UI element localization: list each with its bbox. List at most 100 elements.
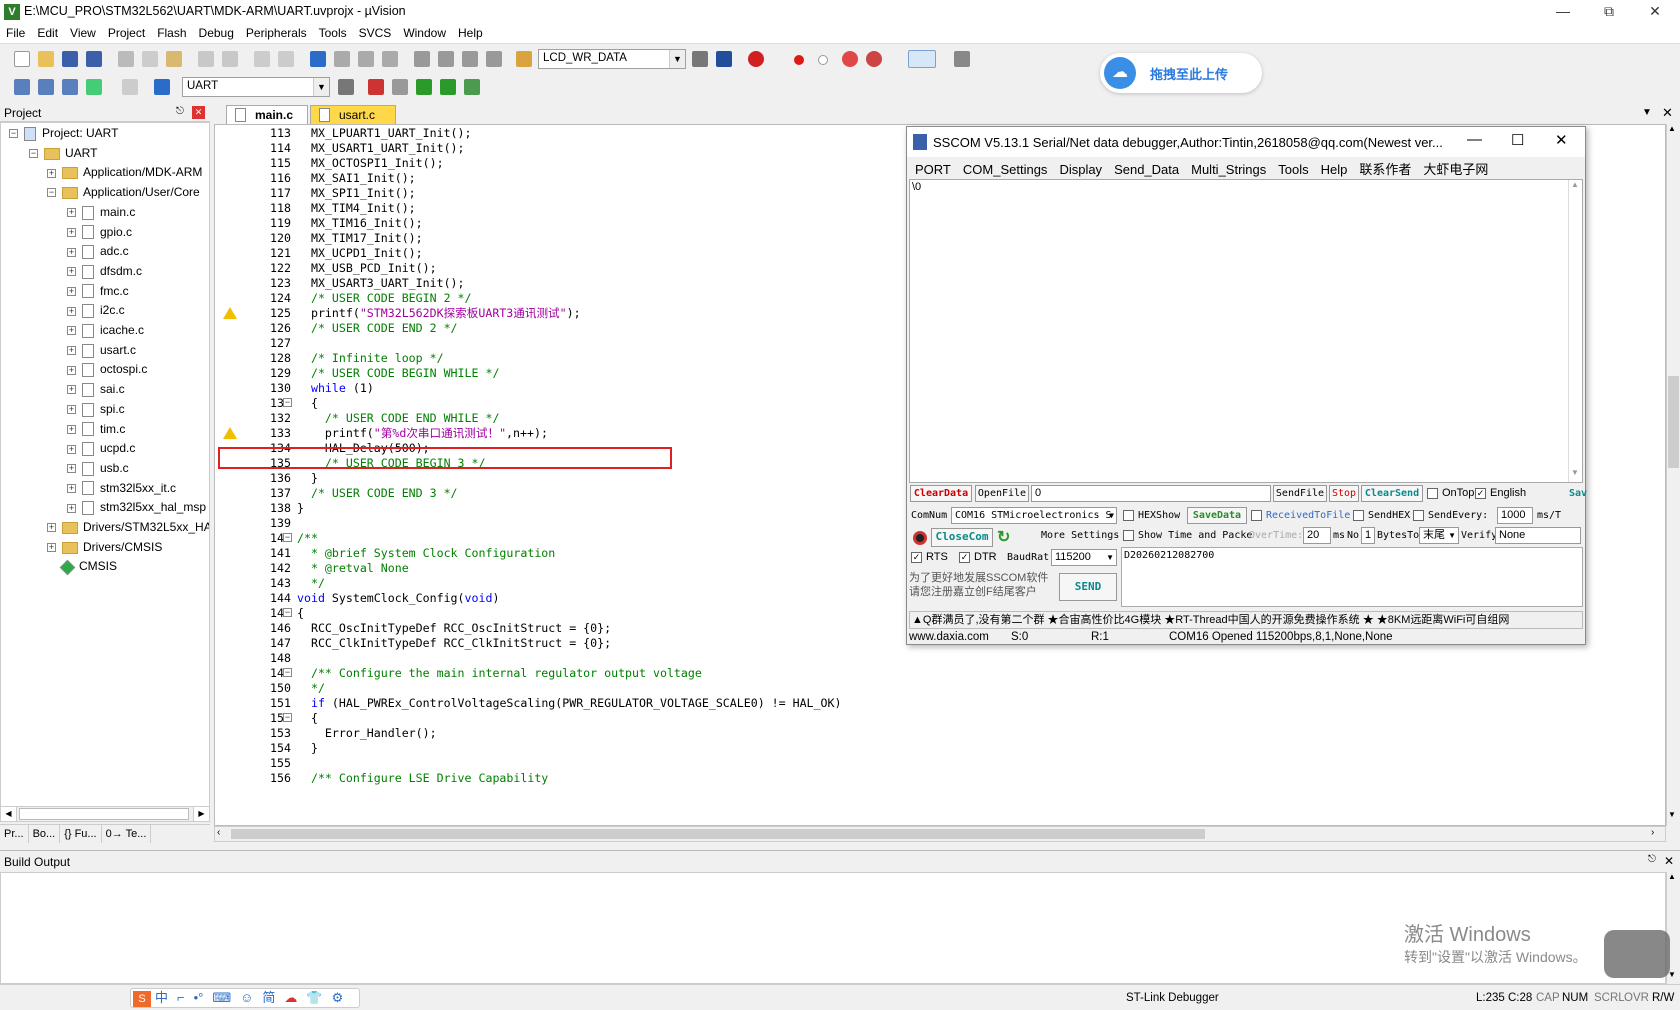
code-line[interactable]: MX_USB_PCD_Init(); [297, 260, 437, 276]
scroll-down-icon[interactable]: ▼ [1668, 810, 1676, 819]
tree-file-item[interactable]: + stm32l5xx_hal_msp [67, 498, 206, 517]
ime-keyboard-icon[interactable]: ⌨ [212, 990, 231, 1005]
breakpoint-icon[interactable] [794, 55, 804, 65]
expand-plus-icon[interactable]: + [67, 227, 76, 237]
copy-icon[interactable] [142, 51, 158, 67]
runtime-environment-icon[interactable] [464, 79, 480, 95]
fold-minus-icon[interactable]: − [283, 713, 292, 722]
manage-project-items-icon[interactable] [368, 79, 384, 95]
nav-forward-icon[interactable] [278, 51, 294, 67]
receive-vscrollbar[interactable]: ▲ ▼ [1568, 180, 1582, 482]
build-icon[interactable] [38, 79, 54, 95]
sscom-menu-tools[interactable]: Tools [1272, 162, 1314, 177]
code-line[interactable]: * @retval None [297, 560, 409, 576]
warning-icon[interactable] [223, 307, 237, 319]
panel-close-icon[interactable]: ✕ [1664, 854, 1674, 868]
scroll-up-icon[interactable]: ▲ [1571, 180, 1579, 189]
uncomment-icon[interactable] [486, 51, 502, 67]
stop-button[interactable]: Stop [1329, 485, 1359, 502]
tree-folder-item[interactable]: + Drivers/CMSIS [47, 538, 162, 557]
no-input[interactable]: 1 [1361, 527, 1375, 544]
tree-file-item[interactable]: + spi.c [67, 400, 125, 419]
scroll-up-icon[interactable]: ▲ [1668, 124, 1676, 133]
sogou-icon[interactable]: S [133, 991, 151, 1007]
code-line[interactable]: printf("STM32L562DK探索板UART3通讯测试"); [297, 305, 581, 321]
redo-icon[interactable] [222, 51, 238, 67]
tab-project[interactable]: Pr... [0, 825, 29, 843]
sscom-menu-help[interactable]: Help [1315, 162, 1354, 177]
sscom-menu-com-settings[interactable]: COM_Settings [957, 162, 1054, 177]
expand-plus-icon[interactable]: + [67, 385, 76, 395]
expand-plus-icon[interactable]: + [67, 464, 76, 474]
tree-file-item[interactable]: + icache.c [67, 321, 144, 340]
expand-plus-icon[interactable]: + [67, 326, 76, 336]
code-line[interactable]: * @brief System Clock Configuration [297, 545, 555, 561]
expand-plus-icon[interactable]: + [47, 168, 56, 178]
expand-plus-icon[interactable]: + [47, 543, 56, 553]
cut-icon[interactable] [118, 51, 134, 67]
code-line[interactable]: RCC_OscInitTypeDef RCC_OscInitStruct = {… [297, 620, 611, 636]
code-line[interactable]: MX_LPUART1_UART_Init(); [297, 125, 472, 141]
code-line[interactable]: { [297, 395, 318, 411]
on-top-checkbox[interactable]: OnTop [1427, 485, 1474, 502]
code-line[interactable]: /* USER CODE END 3 */ [297, 485, 458, 501]
baud-rate-select[interactable]: 115200 ▼ [1051, 549, 1117, 566]
translate-icon[interactable] [14, 79, 30, 95]
code-line[interactable]: /* USER CODE BEGIN 2 */ [297, 290, 472, 306]
tree-file-item[interactable]: + stm32l5xx_it.c [67, 479, 176, 498]
more-settings-button[interactable]: More Settings [1041, 527, 1119, 544]
tree-folder-item[interactable]: − UART [29, 144, 97, 163]
sscom-menu-display[interactable]: Display [1053, 162, 1108, 177]
find-icon[interactable] [692, 51, 708, 67]
tab-main-c[interactable]: main.c [226, 105, 308, 124]
code-line[interactable]: MX_UCPD1_Init(); [297, 245, 423, 261]
panel-close-icon[interactable]: ✕ [192, 106, 205, 119]
ime-punct-icon[interactable]: ⌐ [177, 990, 185, 1005]
pack-installer-icon[interactable] [416, 79, 432, 95]
fold-minus-icon[interactable]: − [283, 398, 292, 407]
tree-file-item[interactable]: + octospi.c [67, 360, 147, 379]
clear-bookmarks-icon[interactable] [382, 51, 398, 67]
code-line[interactable]: MX_TIM4_Init(); [297, 200, 416, 216]
tree-folder-item[interactable]: +CMSIS [47, 557, 117, 576]
ime-simplified[interactable]: 简 [262, 990, 275, 1005]
tree-file-item[interactable]: + usart.c [67, 341, 136, 360]
scroll-thumb[interactable] [1668, 376, 1679, 468]
expand-plus-icon[interactable]: + [67, 365, 76, 375]
indent-icon[interactable] [414, 51, 430, 67]
minimize-button[interactable]: — [1540, 0, 1586, 24]
code-line[interactable]: Error_Handler(); [297, 725, 437, 741]
code-line[interactable]: MX_TIM16_Init(); [297, 215, 423, 231]
pin-icon[interactable]: ⎋ [1648, 854, 1656, 865]
unindent-icon[interactable] [438, 51, 454, 67]
code-line[interactable]: MX_OCTOSPI1_Init(); [297, 155, 444, 171]
collapse-minus-icon[interactable]: − [47, 188, 56, 198]
ime-fullwidth-icon[interactable]: •° [194, 990, 204, 1005]
select-packs-icon[interactable] [392, 79, 408, 95]
code-line[interactable]: MX_USART3_UART_Init(); [297, 275, 465, 291]
sscom-menu-send-data[interactable]: Send_Data [1108, 162, 1185, 177]
scroll-right-icon[interactable]: › [1651, 827, 1654, 838]
tab-books[interactable]: Bo... [29, 825, 61, 843]
code-line[interactable]: /* USER CODE END WHILE */ [297, 410, 500, 426]
clear-send-button[interactable]: ClearSend [1361, 485, 1423, 502]
ime-cloud-icon[interactable]: ☁ [284, 990, 297, 1005]
project-hscrollbar[interactable]: ◀ ▶ [0, 806, 210, 822]
tree-project-root[interactable]: − Project: UART [9, 124, 118, 143]
code-line[interactable]: */ [297, 680, 325, 696]
send-every-checkbox[interactable]: SendEvery: [1413, 507, 1488, 524]
ime-toolbar[interactable]: S 中 ⌐ •° ⌨ ☺ 简 ☁ 👕 ⚙ [130, 988, 360, 1008]
expand-plus-icon[interactable]: + [67, 405, 76, 415]
code-line[interactable]: /* USER CODE BEGIN WHILE */ [297, 365, 499, 381]
bookmark-icon[interactable] [310, 51, 326, 67]
tab-usart-c[interactable]: usart.c [310, 105, 396, 124]
scroll-thumb[interactable] [231, 829, 1205, 839]
code-line[interactable]: MX_SAI1_Init(); [297, 170, 416, 186]
tab-templates[interactable]: 0→ Te... [102, 825, 152, 843]
configure-wrench-icon[interactable] [954, 51, 970, 67]
incremental-find-icon[interactable] [716, 51, 732, 67]
scroll-left-icon[interactable]: ◀ [1, 807, 17, 821]
code-line[interactable]: while (1) [297, 380, 374, 396]
tree-file-item[interactable]: + gpio.c [67, 223, 132, 242]
scroll-down-icon[interactable]: ▼ [1571, 468, 1579, 477]
